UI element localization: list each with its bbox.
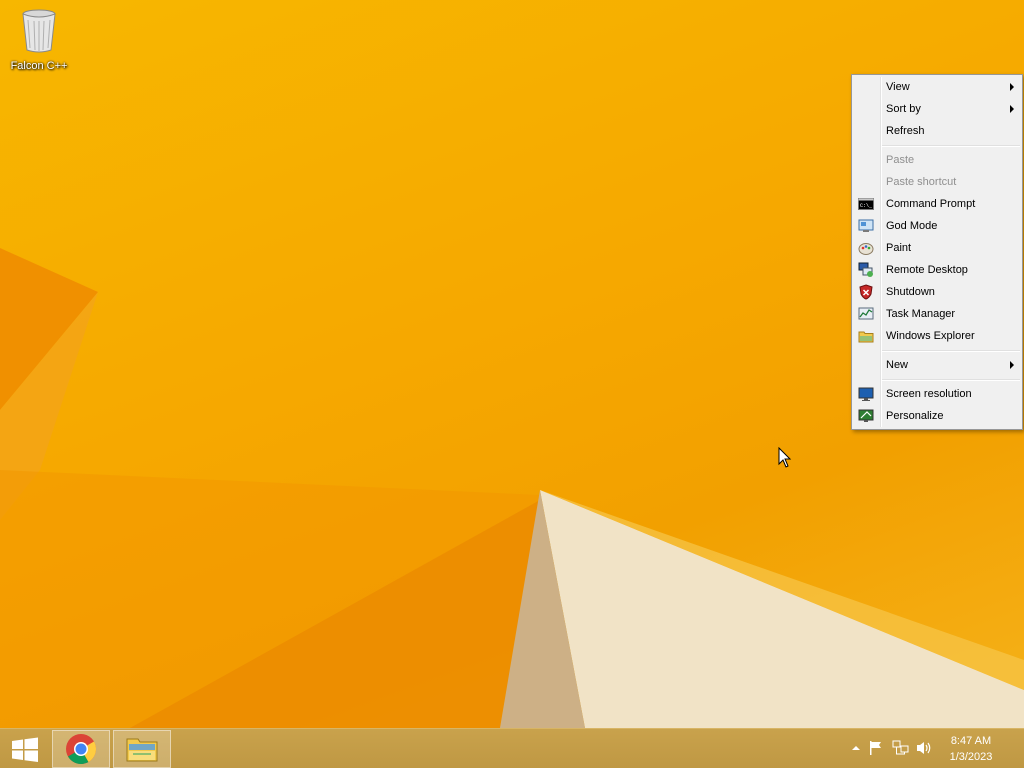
submenu-arrow-icon bbox=[1010, 83, 1014, 91]
menu-item-label: Windows Explorer bbox=[886, 330, 975, 342]
svg-text:C:\_: C:\_ bbox=[860, 203, 873, 209]
menu-item-paste-shortcut: Paste shortcut bbox=[854, 171, 1020, 193]
menu-item-label: Paste bbox=[886, 154, 915, 166]
taskbar-chrome-button[interactable] bbox=[52, 730, 110, 768]
system-tray: 8:47 AM 1/3/2023 bbox=[834, 729, 1024, 769]
submenu-arrow-icon bbox=[1010, 105, 1014, 113]
remote-desktop-icon bbox=[858, 262, 873, 277]
network-icon[interactable] bbox=[892, 740, 910, 756]
desktop-context-menu: View Sort by Refresh Paste Paste shortcu… bbox=[851, 74, 1023, 430]
taskbar-clock[interactable]: 8:47 AM 1/3/2023 bbox=[936, 733, 1006, 765]
menu-item-label: Sort by bbox=[886, 103, 921, 115]
menu-item-shutdown[interactable]: Shutdown bbox=[854, 281, 1020, 303]
menu-item-paint[interactable]: Paint bbox=[854, 237, 1020, 259]
menu-item-label: Paint bbox=[886, 242, 912, 254]
menu-separator bbox=[882, 350, 1020, 352]
mouse-cursor-icon bbox=[778, 447, 792, 468]
menu-separator bbox=[882, 379, 1020, 381]
action-center-flag-icon[interactable] bbox=[868, 740, 884, 756]
clock-date: 1/3/2023 bbox=[949, 751, 993, 763]
paint-palette-icon bbox=[858, 243, 874, 255]
control-panel-icon bbox=[858, 219, 874, 232]
menu-item-task-manager[interactable]: Task Manager bbox=[854, 303, 1020, 325]
file-explorer-icon bbox=[126, 738, 158, 762]
menu-item-personalize[interactable]: Personalize bbox=[854, 405, 1020, 427]
menu-item-label: View bbox=[886, 81, 910, 93]
menu-item-label: Screen resolution bbox=[886, 388, 972, 400]
menu-item-label: God Mode bbox=[886, 220, 938, 232]
desktop-icon-falcon[interactable]: Falcon C++ bbox=[6, 8, 72, 72]
menu-item-new[interactable]: New bbox=[854, 354, 1020, 376]
menu-item-label: Task Manager bbox=[886, 308, 956, 320]
menu-item-label: New bbox=[886, 359, 909, 371]
desktop-background[interactable]: Falcon C++ View Sort by Refresh Paste Pa… bbox=[0, 0, 1024, 728]
start-button[interactable] bbox=[0, 730, 50, 768]
menu-item-label: Remote Desktop bbox=[886, 264, 968, 276]
submenu-arrow-icon bbox=[1010, 361, 1014, 369]
menu-separator bbox=[882, 145, 1020, 147]
recycle-bin-icon bbox=[22, 9, 56, 53]
folder-icon bbox=[858, 331, 874, 343]
menu-item-god-mode[interactable]: God Mode bbox=[854, 215, 1020, 237]
shutdown-shield-icon bbox=[859, 284, 873, 300]
task-manager-icon bbox=[858, 307, 874, 320]
menu-item-windows-explorer[interactable]: Windows Explorer bbox=[854, 325, 1020, 347]
menu-item-paste: Paste bbox=[854, 149, 1020, 171]
chrome-icon bbox=[66, 734, 97, 765]
clock-time: 8:47 AM bbox=[950, 735, 992, 747]
monitor-icon bbox=[858, 387, 874, 401]
menu-item-label: Refresh bbox=[886, 125, 925, 137]
command-prompt-icon: C:\_ bbox=[858, 198, 874, 210]
menu-item-view[interactable]: View bbox=[854, 76, 1020, 98]
taskbar-file-explorer-button[interactable] bbox=[113, 730, 171, 768]
desktop-icon-label: Falcon C++ bbox=[10, 60, 68, 72]
personalize-icon bbox=[858, 409, 874, 422]
menu-item-command-prompt[interactable]: C:\_ Command Prompt bbox=[854, 193, 1020, 215]
windows-logo-icon bbox=[12, 737, 38, 762]
menu-item-label: Command Prompt bbox=[886, 198, 976, 210]
show-hidden-icons-chevron[interactable] bbox=[851, 743, 861, 753]
volume-icon[interactable] bbox=[916, 740, 934, 756]
taskbar: 8:47 AM 1/3/2023 bbox=[0, 728, 1024, 768]
menu-item-screen-resolution[interactable]: Screen resolution bbox=[854, 383, 1020, 405]
menu-item-refresh[interactable]: Refresh bbox=[854, 120, 1020, 142]
menu-item-sort-by[interactable]: Sort by bbox=[854, 98, 1020, 120]
menu-item-label: Shutdown bbox=[886, 286, 935, 298]
menu-item-remote-desktop[interactable]: Remote Desktop bbox=[854, 259, 1020, 281]
menu-item-label: Personalize bbox=[886, 410, 944, 422]
menu-item-label: Paste shortcut bbox=[886, 176, 957, 188]
